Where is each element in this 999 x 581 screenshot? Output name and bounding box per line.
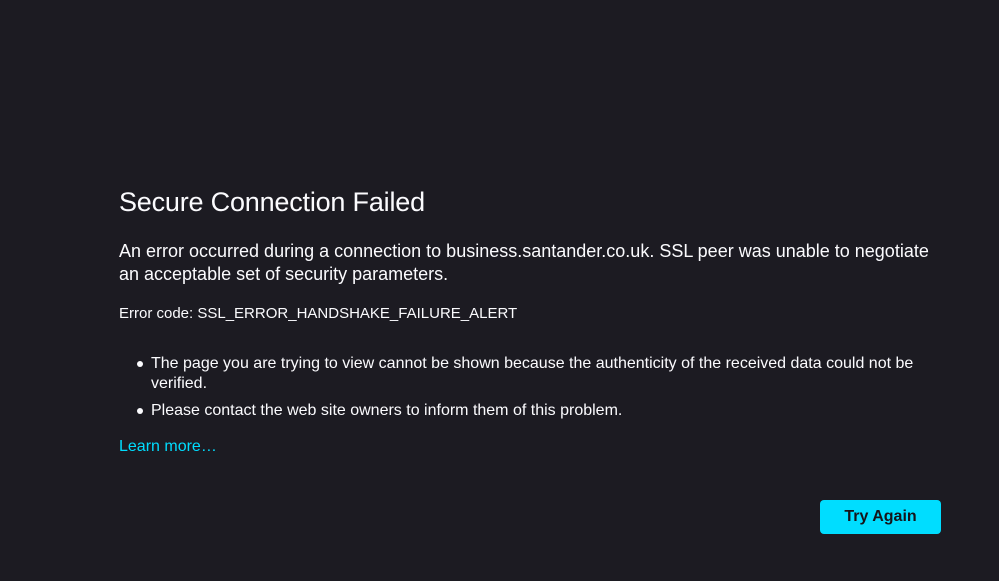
- list-item: Please contact the web site owners to in…: [119, 401, 949, 421]
- list-item: The page you are trying to view cannot b…: [119, 354, 949, 394]
- advice-text: The page you are trying to view cannot b…: [151, 355, 914, 392]
- advice-text: Please contact the web site owners to in…: [151, 402, 623, 419]
- page-title: Secure Connection Failed: [119, 187, 425, 217]
- try-again-button[interactable]: Try Again: [820, 500, 941, 534]
- advice-list: The page you are trying to view cannot b…: [119, 354, 949, 421]
- learn-more-link[interactable]: Learn more…: [119, 437, 217, 457]
- bullet-icon: [137, 408, 143, 414]
- bullet-icon: [137, 361, 143, 367]
- error-description: An error occurred during a connection to…: [119, 241, 929, 284]
- error-page-content: Secure Connection Failed An error occurr…: [119, 183, 949, 457]
- error-code: Error code: SSL_ERROR_HANDSHAKE_FAILURE_…: [119, 305, 518, 322]
